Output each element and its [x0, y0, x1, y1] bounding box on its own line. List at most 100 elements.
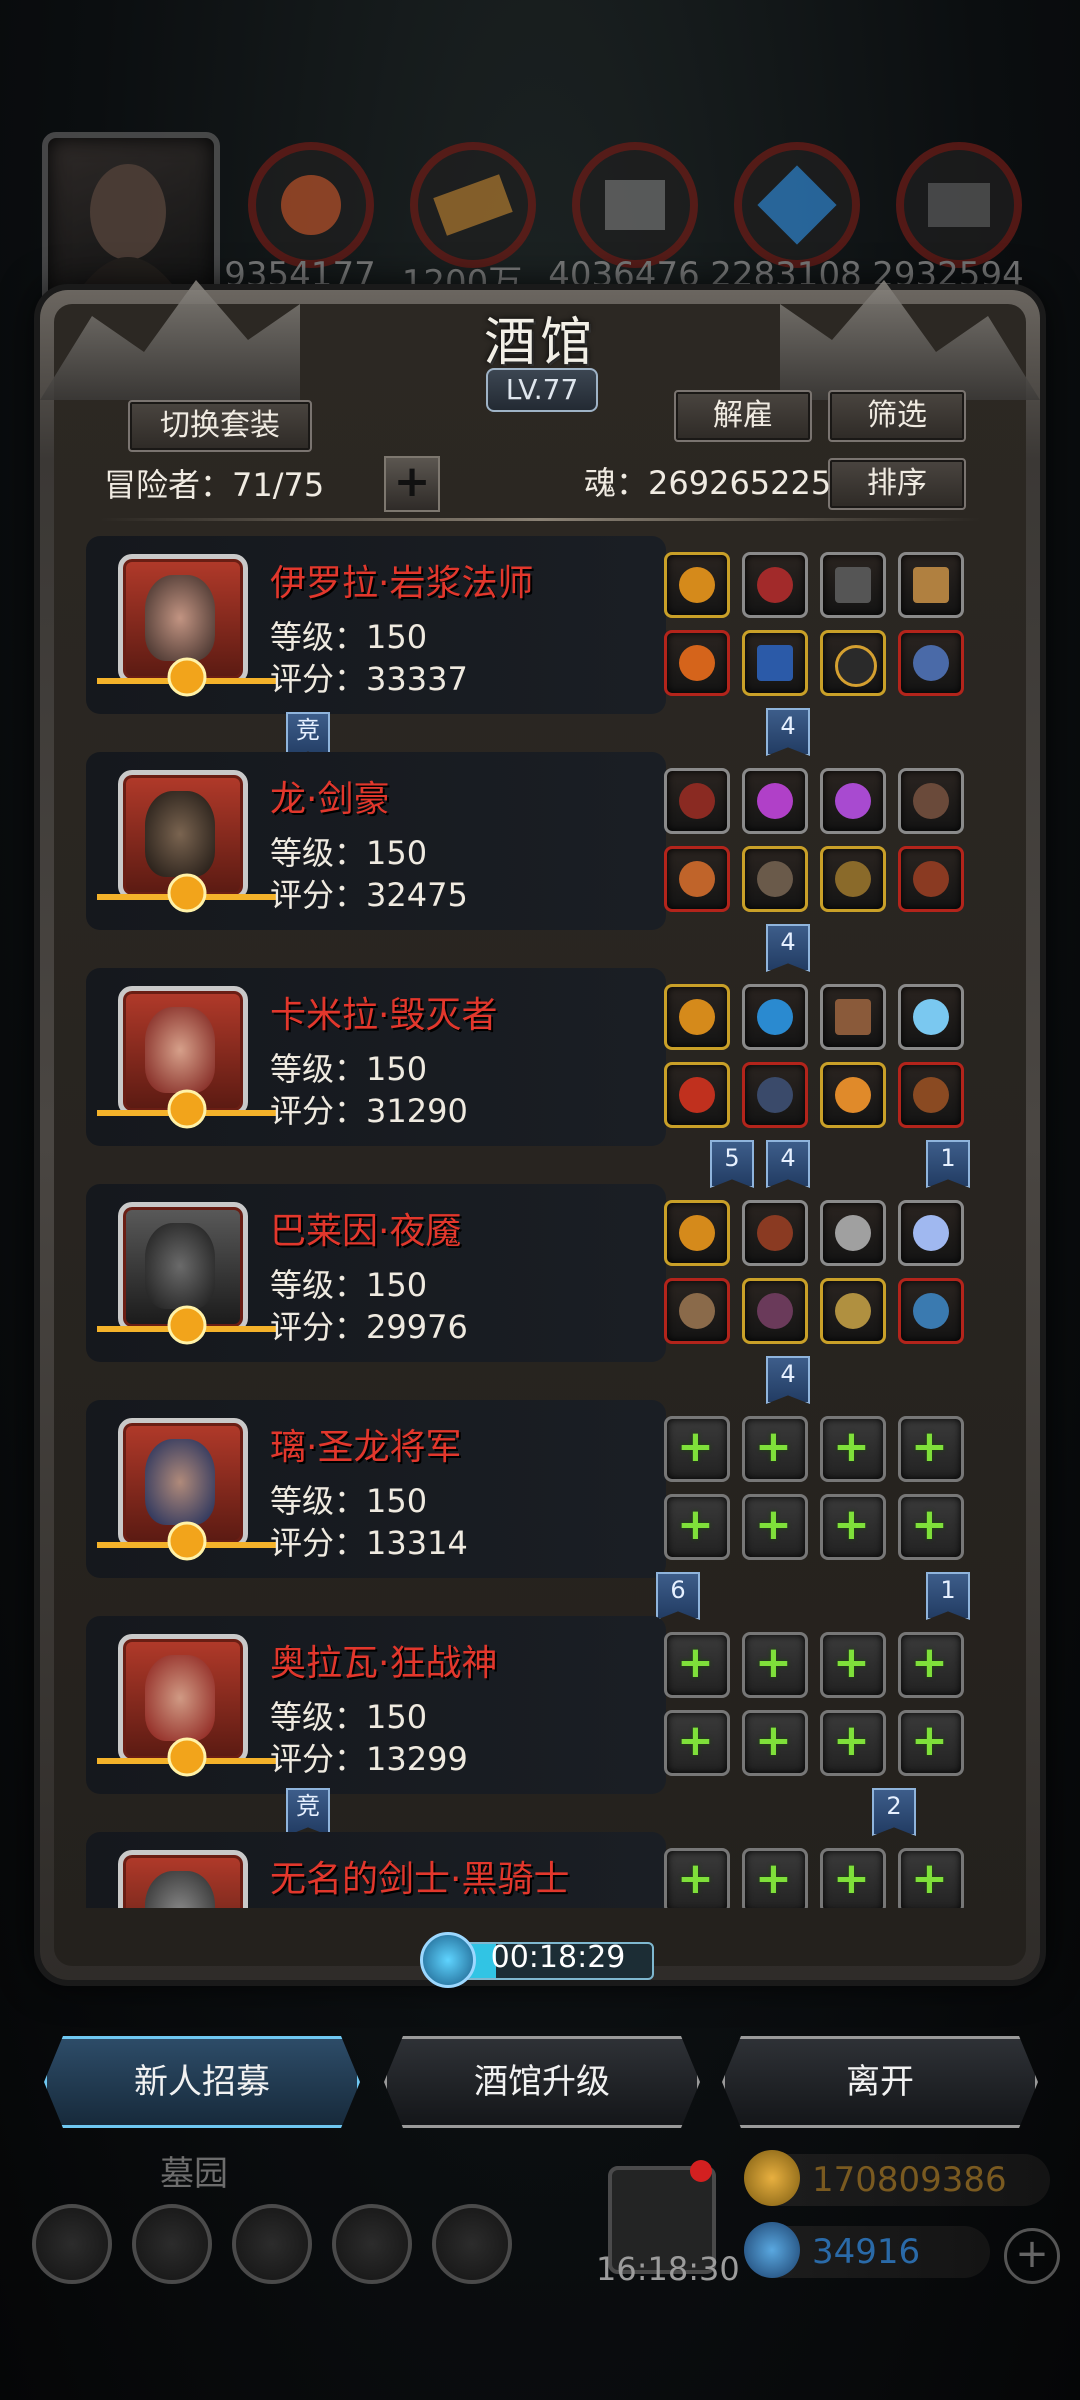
hero-name: 龙·剑豪: [270, 779, 390, 820]
add-equipment-icon[interactable]: +: [898, 1632, 964, 1698]
equipment-crown-icon[interactable]: [664, 552, 730, 618]
equipment-armor-icon[interactable]: [742, 1062, 808, 1128]
add-equipment-icon[interactable]: +: [820, 1848, 886, 1908]
add-equipment-icon[interactable]: +: [820, 1494, 886, 1560]
hero-portrait[interactable]: [97, 1634, 277, 1777]
set-count-badge: 6: [656, 1572, 700, 1620]
fire-button[interactable]: 解雇: [674, 390, 812, 442]
equipment-crown-icon[interactable]: [664, 1200, 730, 1266]
clock-text: 16:18:30: [596, 2250, 740, 2288]
equipment-gem-icon[interactable]: [898, 984, 964, 1050]
hero-row[interactable]: 无名的剑士·黑骑士 + + + +: [86, 1832, 986, 1908]
add-equipment-icon[interactable]: +: [898, 1710, 964, 1776]
hero-name: 奥拉瓦·狂战神: [270, 1643, 498, 1684]
hero-portrait[interactable]: [97, 986, 277, 1129]
hero-row[interactable]: 奥拉瓦·狂战神 等级：150 评分：13299 + + + + + + + + …: [86, 1616, 986, 1836]
switch-set-button[interactable]: 切换套装: [128, 400, 312, 452]
equipment-blade-icon[interactable]: [898, 1278, 964, 1344]
add-equipment-icon[interactable]: +: [664, 1416, 730, 1482]
equipment-hammer-icon[interactable]: [820, 984, 886, 1050]
equipment-ring-icon[interactable]: [820, 1062, 886, 1128]
iron-resource-icon[interactable]: [896, 142, 1022, 268]
set-count-badge: 4: [766, 924, 810, 972]
stone-resource-icon[interactable]: [572, 142, 698, 268]
hero-list[interactable]: 伊罗拉·岩浆法师 等级：150 评分：33337 竞 4 龙·剑豪 等级：150…: [86, 536, 986, 1908]
equipment-orb-icon[interactable]: [742, 984, 808, 1050]
equipment-staff-icon[interactable]: [664, 630, 730, 696]
hero-row[interactable]: 巴莱因·夜魇 等级：150 评分：29976 4: [86, 1184, 986, 1404]
equipment-spear-icon[interactable]: [664, 1278, 730, 1344]
player-avatar[interactable]: [42, 132, 220, 310]
add-equipment-icon[interactable]: +: [664, 1710, 730, 1776]
equipment-armor-icon[interactable]: [742, 846, 808, 912]
expand-capacity-button[interactable]: +: [384, 456, 440, 512]
equipment-dagger-icon[interactable]: [820, 1278, 886, 1344]
equipment-orb-icon[interactable]: [742, 768, 808, 834]
resource-value: 4036476: [548, 255, 700, 295]
add-gems-button[interactable]: +: [1004, 2228, 1060, 2284]
equipment-armor-icon[interactable]: [742, 1278, 808, 1344]
equipment-gauntlet-icon[interactable]: [898, 630, 964, 696]
equipment-boots-icon[interactable]: [898, 1062, 964, 1128]
equipment-helmet-icon[interactable]: [664, 768, 730, 834]
add-equipment-icon[interactable]: +: [820, 1416, 886, 1482]
equipment-amulet-icon[interactable]: [742, 552, 808, 618]
hero-row[interactable]: 龙·剑豪 等级：150 评分：32475 4: [86, 752, 986, 972]
hero-row[interactable]: 璃·圣龙将军 等级：150 评分：13314 + + + + + + + + 6…: [86, 1400, 986, 1620]
add-equipment-icon[interactable]: +: [742, 1848, 808, 1908]
crystal-resource-icon[interactable]: [734, 142, 860, 268]
equipment-axe-icon[interactable]: [664, 1062, 730, 1128]
set-count-badge: 2: [872, 1788, 916, 1836]
upgrade-tavern-button[interactable]: 酒馆升级: [384, 2036, 700, 2128]
equipment-chalice-icon[interactable]: [820, 1200, 886, 1266]
add-equipment-icon[interactable]: +: [898, 1494, 964, 1560]
add-equipment-icon[interactable]: +: [742, 1632, 808, 1698]
hero-portrait[interactable]: [97, 554, 277, 697]
wood-resource-icon[interactable]: [410, 142, 536, 268]
equipment-orb-icon[interactable]: [898, 1200, 964, 1266]
hero-portrait[interactable]: [97, 770, 277, 913]
hero-portrait[interactable]: [97, 1202, 277, 1345]
set-count-badge: 4: [766, 708, 810, 756]
hero-portrait[interactable]: [97, 1418, 277, 1561]
add-equipment-icon[interactable]: +: [898, 1416, 964, 1482]
hero-row[interactable]: 卡米拉·毁灭者 等级：150 评分：31290 5 4 1: [86, 968, 986, 1188]
gold-counter: 170809386: [744, 2150, 1050, 2206]
equipment-bracer-icon[interactable]: [898, 846, 964, 912]
equipment-scroll-icon[interactable]: [898, 552, 964, 618]
equipment-sword-icon[interactable]: [664, 846, 730, 912]
add-equipment-icon[interactable]: +: [742, 1494, 808, 1560]
achievement-icon[interactable]: [132, 2204, 212, 2284]
sort-button[interactable]: 排序: [828, 458, 966, 510]
add-equipment-icon[interactable]: +: [664, 1494, 730, 1560]
add-equipment-icon[interactable]: +: [664, 1848, 730, 1908]
resource-value: 9354177: [224, 255, 376, 295]
filter-button[interactable]: 筛选: [828, 390, 966, 442]
leave-button[interactable]: 离开: [722, 2036, 1038, 2128]
resource-value: 2283108: [710, 255, 862, 295]
map-icon[interactable]: [432, 2204, 512, 2284]
guild-icon[interactable]: [232, 2204, 312, 2284]
hero-row[interactable]: 伊罗拉·岩浆法师 等级：150 评分：33337 竞 4: [86, 536, 986, 760]
equipment-axe-icon[interactable]: [820, 846, 886, 912]
add-equipment-icon[interactable]: +: [820, 1632, 886, 1698]
equipment-book-icon[interactable]: [820, 552, 886, 618]
hero-portrait[interactable]: [118, 1850, 248, 1908]
equipment-charm-icon[interactable]: [898, 768, 964, 834]
recruit-button[interactable]: 新人招募: [44, 2036, 360, 2128]
settings-icon[interactable]: [32, 2204, 112, 2284]
equipment-ring-icon[interactable]: [820, 630, 886, 696]
add-equipment-icon[interactable]: +: [742, 1416, 808, 1482]
resource-value: 2932594: [872, 255, 1024, 295]
add-equipment-icon[interactable]: +: [664, 1632, 730, 1698]
add-equipment-icon[interactable]: +: [898, 1848, 964, 1908]
add-equipment-icon[interactable]: +: [820, 1710, 886, 1776]
equipment-helmet-icon[interactable]: [742, 1200, 808, 1266]
arena-badge: 竞: [286, 1788, 330, 1836]
equipment-crown-icon[interactable]: [664, 984, 730, 1050]
equipment-potion-icon[interactable]: [820, 768, 886, 834]
add-equipment-icon[interactable]: +: [742, 1710, 808, 1776]
equipment-robe-icon[interactable]: [742, 630, 808, 696]
ore-resource-icon[interactable]: [248, 142, 374, 268]
mail-icon[interactable]: [332, 2204, 412, 2284]
